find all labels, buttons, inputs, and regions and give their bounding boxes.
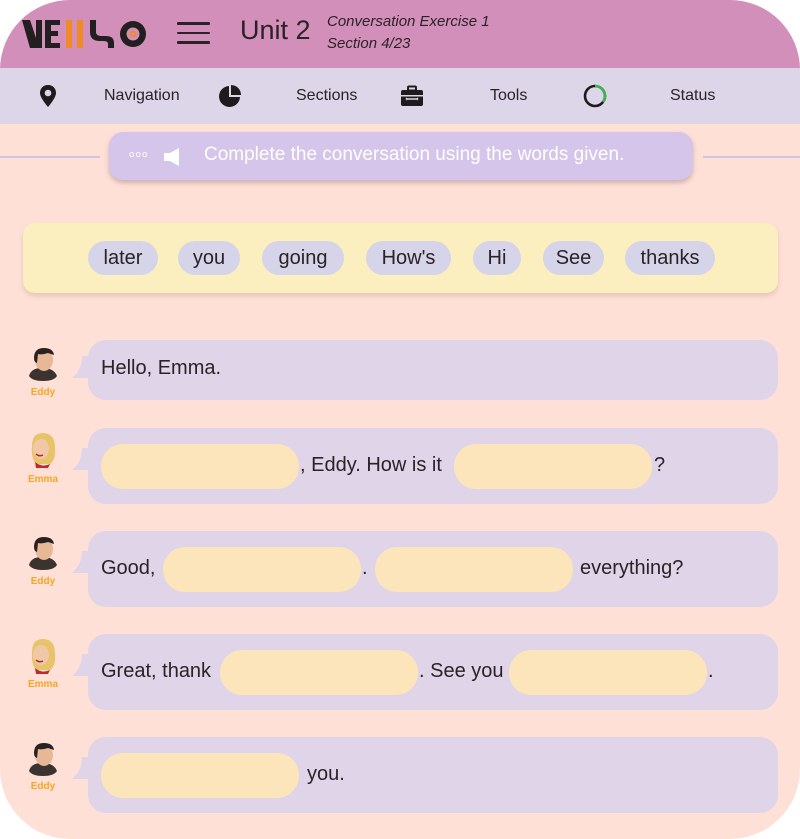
emma-avatar-icon — [31, 639, 56, 674]
speaker-icon[interactable] — [163, 147, 181, 167]
dialogue-text: ? — [654, 454, 666, 476]
eddy-avatar-icon — [29, 348, 57, 381]
answer-blank[interactable] — [101, 444, 299, 489]
divider-line — [0, 156, 100, 158]
instruction-banner: ooo Complete the conversation using the … — [109, 132, 693, 180]
dialogue-text: everything? — [580, 557, 684, 579]
nav-label: Navigation — [104, 87, 180, 104]
answer-blank[interactable] — [454, 444, 652, 489]
word-chip[interactable]: See — [543, 241, 604, 275]
pie-chart-icon — [219, 85, 241, 107]
answer-blank[interactable] — [101, 753, 299, 798]
progress-ring-icon — [583, 84, 607, 108]
speaker-name: Emma — [27, 474, 58, 485]
dialogue-text: . See you — [419, 660, 504, 682]
speech-bubble: , Eddy. How is it ? — [88, 428, 778, 504]
dialogue-text: . — [708, 660, 714, 682]
answer-blank[interactable] — [509, 650, 707, 695]
word-chip[interactable]: thanks — [625, 241, 715, 275]
word-bank: later you going How's Hi See thanks — [23, 223, 778, 293]
nav-sections[interactable]: Sections — [218, 68, 357, 124]
word-chip[interactable]: later — [88, 241, 158, 275]
speaker-name: Eddy — [30, 387, 56, 398]
dialogue-text: . — [362, 557, 368, 579]
instruction-text: Complete the conversation using the word… — [204, 144, 625, 165]
word-chip[interactable]: you — [178, 241, 240, 275]
speech-bubble: Hello, Emma. — [88, 340, 778, 400]
hamburger-line — [177, 22, 210, 25]
unit-title: Unit 2 — [240, 15, 311, 45]
speech-bubble: Great, thank . See you . — [88, 634, 778, 710]
speaker-name: Eddy — [30, 576, 56, 587]
answer-blank[interactable] — [375, 547, 573, 592]
eddy-avatar-icon — [29, 743, 57, 776]
hamburger-line — [177, 31, 210, 34]
brand-logo — [22, 20, 146, 48]
toolbox-icon — [401, 85, 423, 106]
nav-status[interactable]: Status — [583, 68, 715, 124]
more-dots-icon[interactable]: ooo — [129, 150, 149, 160]
dialogue-text: you. — [307, 763, 345, 785]
answer-blank[interactable] — [163, 547, 361, 592]
section-counter: Section 4/23 — [327, 35, 411, 52]
map-pin-icon — [40, 85, 56, 107]
nav-label: Sections — [296, 87, 358, 104]
answer-blank[interactable] — [220, 650, 418, 695]
nav-tools[interactable]: Tools — [400, 68, 527, 124]
nav-label: Tools — [490, 87, 528, 104]
word-chip[interactable]: going — [262, 241, 344, 275]
word-chip[interactable]: How's — [366, 241, 451, 275]
menu-button[interactable] — [177, 22, 210, 46]
app-window: Unit 2 Conversation Exercise 1 Section 4… — [0, 0, 800, 839]
dialogue-text: Good, — [101, 557, 156, 579]
word-chip[interactable]: Hi — [473, 241, 521, 275]
header-bar: Unit 2 Conversation Exercise 1 Section 4… — [0, 0, 800, 68]
exercise-title: Conversation Exercise 1 — [327, 13, 490, 30]
nav-bar: Navigation Sections Tools Status — [0, 68, 800, 124]
dialogue-text: Hello, Emma. — [101, 357, 222, 379]
hamburger-line — [177, 41, 210, 44]
nav-label: Status — [670, 87, 716, 104]
divider-line — [703, 156, 800, 158]
emma-avatar-icon — [31, 433, 56, 468]
speech-bubble: Good, . everything? — [88, 531, 778, 607]
eddy-avatar-icon — [29, 537, 57, 570]
speech-bubble: you. — [88, 737, 778, 813]
nav-navigation[interactable]: Navigation — [36, 68, 180, 124]
exercise-info: Conversation Exercise 1 Section 4/23 — [327, 11, 490, 55]
speaker-name: Emma — [27, 679, 58, 690]
speaker-name: Eddy — [30, 781, 56, 792]
dialogue-text: , Eddy. How is it — [300, 454, 442, 476]
dialogue-text: Great, thank — [101, 660, 212, 682]
